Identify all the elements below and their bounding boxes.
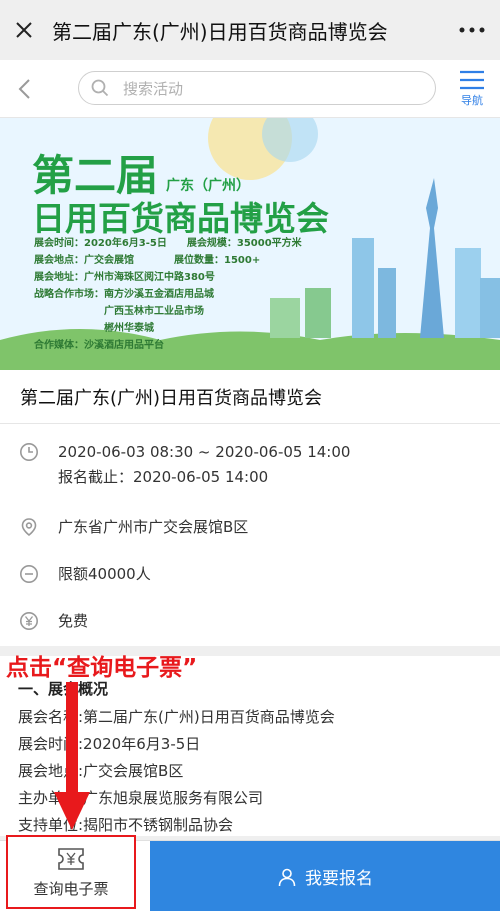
nav-label: 导航 xyxy=(461,94,483,107)
event-time-range: 2020-06-03 08:30 ~ 2020-06-05 14:00 xyxy=(58,443,351,461)
close-icon xyxy=(16,22,32,38)
event-name: 第二届广东(广州)日用百货商品博览会 xyxy=(20,388,323,409)
search-input[interactable]: 搜索活动 xyxy=(78,71,436,105)
chevron-left-icon xyxy=(18,78,30,99)
search-bar: 搜索活动 导航 xyxy=(0,60,500,118)
yen-icon xyxy=(20,612,38,630)
event-location-row: 广东省广州市广交会展馆B区 xyxy=(0,515,500,540)
signup-button[interactable]: 我要报名 xyxy=(150,841,500,911)
search-placeholder: 搜索活动 xyxy=(123,79,184,98)
event-location: 广东省广州市广交会展馆B区 xyxy=(58,518,249,536)
event-details-card: 第二届广东(广州)日用百货商品博览会 2020-06-03 08:30 ~ 20… xyxy=(0,370,500,646)
banner-info-line: 展会时间：2020年6月3-5日 展会规模：35000平方米 xyxy=(34,238,302,249)
more-icon xyxy=(459,27,485,33)
query-eticket-button[interactable]: 查询电子票 xyxy=(6,835,136,909)
page-title: 第二届广东(广州)日用百货商品博览会 xyxy=(52,19,388,44)
search-icon xyxy=(91,79,109,97)
banner-info-line: 合作媒体：沙溪酒店用品平台 xyxy=(34,340,164,351)
banner-info-line: 广西玉林市工业品市场 xyxy=(34,306,204,317)
more-button[interactable] xyxy=(444,0,500,60)
banner-info-line: 展会地址：广州市海珠区阅江中路380号 xyxy=(34,272,215,283)
back-button[interactable] xyxy=(0,60,48,118)
overview-line: 支持单位:揭阳市不锈钢制品协会 xyxy=(18,816,234,834)
user-icon xyxy=(278,868,296,886)
banner-info-line: 郴州华泰城 xyxy=(34,323,154,334)
event-quota-row: 限额40000人 xyxy=(0,562,500,587)
location-icon xyxy=(21,518,37,537)
event-banner: 第二届 广东（广州） 日用百货商品博览会 展会时间：2020年6月3-5日 展会规… xyxy=(0,118,500,370)
quota-icon xyxy=(20,565,38,583)
banner-subtitle: 日用百货商品博览会 xyxy=(32,199,329,238)
instruction-annotation: 点击“查询电子票” xyxy=(6,655,198,681)
banner-info-line: 战略合作市场：南方沙溪五金酒店用品城 xyxy=(34,289,214,300)
overview-line: 展会地点:广交会展馆B区 xyxy=(18,762,184,780)
menu-icon xyxy=(460,70,484,90)
banner-info-line: 展会地点：广交会展馆 展位数量：1500+ xyxy=(34,255,261,266)
close-button[interactable] xyxy=(0,0,48,60)
event-deadline: 报名截止：2020-06-05 14:00 xyxy=(58,468,269,486)
ticket-icon xyxy=(58,847,84,870)
bottom-action-bar: 查询电子票 我要报名 xyxy=(0,835,500,911)
nav-menu-button[interactable]: 导航 xyxy=(452,70,492,114)
event-quota: 限额40000人 xyxy=(58,565,151,583)
title-bar: 第二届广东(广州)日用百货商品博览会 xyxy=(0,0,500,60)
divider xyxy=(0,423,500,424)
clock-icon xyxy=(20,443,38,461)
query-eticket-label: 查询电子票 xyxy=(33,879,109,898)
event-time-row: 2020-06-03 08:30 ~ 2020-06-05 14:00 报名截止… xyxy=(0,440,500,490)
event-fee: 免费 xyxy=(58,612,89,630)
red-arrow-icon xyxy=(54,682,90,830)
overview-line: 展会时间:2020年6月3-5日 xyxy=(18,735,201,753)
signup-label: 我要报名 xyxy=(305,869,373,889)
event-fee-row: 免费 xyxy=(0,609,500,634)
